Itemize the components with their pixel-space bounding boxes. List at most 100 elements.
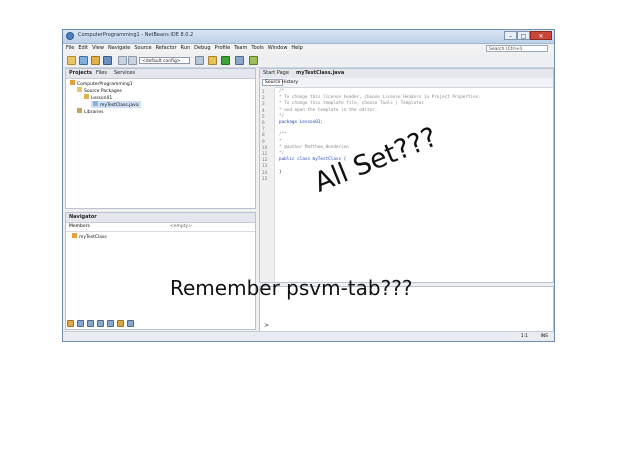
tree-package[interactable]: Lesson01 [84,94,112,101]
tool-icon-5[interactable] [107,320,114,327]
library-icon [77,108,82,113]
projects-panel: Projects Files Services ComputerProgramm… [65,68,256,209]
cursor-position: 1:1 [520,334,528,339]
line-number: 5 [262,113,265,119]
open-project-icon[interactable] [91,56,100,65]
class-icon [72,233,77,238]
code-line[interactable]: * To change this license header, choose … [279,95,481,100]
code-line[interactable]: */ [279,114,284,119]
menu-window[interactable]: Window [268,45,288,51]
run-icon[interactable] [221,56,230,65]
line-number: 6 [262,120,265,125]
menu-help[interactable]: Help [291,45,302,51]
minimize-button[interactable]: – [504,31,517,40]
line-number: 8 [262,132,265,138]
menu-edit[interactable]: Edit [78,45,88,51]
menu-navigate[interactable]: Navigate [108,45,130,51]
navigator-panel: Navigator Members <empty> myTestClass [65,212,256,330]
debug-icon[interactable] [235,56,244,65]
tab-source[interactable]: Source [262,79,284,86]
navigator-tree-item[interactable]: myTestClass [72,233,107,240]
line-number: 14 [262,169,268,175]
line-number: 10 [262,144,268,150]
line-number: 12 [262,157,268,163]
navigator-header: Members <empty> [66,223,255,232]
save-all-icon[interactable] [103,56,112,65]
menu-file[interactable]: File [66,45,74,51]
new-project-icon[interactable] [79,56,88,65]
tool-icon-1[interactable] [67,320,74,327]
tab-files[interactable]: Files [96,70,107,76]
tab-projects[interactable]: Projects [69,70,92,76]
output-prompt: > [264,322,270,329]
tool-icon-6[interactable] [117,320,124,327]
code-line[interactable]: */ [279,151,284,156]
code-line[interactable]: * @author Matthew_Henderson [279,145,349,150]
code-line[interactable]: } [279,170,282,175]
line-number: 1 [262,89,265,94]
line-number: 9 [262,138,265,144]
tool-icon-7[interactable] [127,320,134,327]
tree-libraries[interactable]: Libraries [77,108,103,115]
code-line[interactable]: /* [279,89,284,94]
tab-history[interactable]: History [282,80,298,85]
toolbar: <default config> [63,54,554,68]
redo-icon[interactable] [128,56,137,65]
build-icon[interactable] [195,56,204,65]
projects-tabs: Projects Files Services [66,69,255,79]
package-icon [84,94,89,99]
code-line[interactable]: package Lesson01; [279,120,323,125]
project-icon [70,80,75,85]
window-title: ComputerProgramming1 - NetBeans IDE 8.0.… [78,32,194,38]
search-input[interactable]: Search (Ctrl+I) [486,45,548,52]
tab-my-test-class[interactable]: myTestClass.java [296,70,344,76]
tree-java-file[interactable]: myTestClass.java [91,101,141,108]
tab-start-page[interactable]: Start Page [263,70,289,76]
menu-run[interactable]: Run [181,45,191,51]
menu-bar: File Edit View Navigate Source Refactor … [63,44,554,53]
netbeans-app-icon [66,32,74,40]
line-number: 15 [262,175,268,181]
code-line[interactable]: * To change this template file, choose T… [279,101,424,106]
close-button[interactable]: ✕ [530,31,552,40]
java-file-icon [93,101,98,106]
status-bar: 1:1 INS [63,331,554,341]
tree-java-file-label: myTestClass.java [100,103,139,108]
tree-source-packages[interactable]: Source Packages [77,87,122,94]
menu-view[interactable]: View [92,45,104,51]
line-number: 3 [262,101,265,107]
line-number: 11 [262,151,268,156]
tool-icon-3[interactable] [87,320,94,327]
tool-icon-4[interactable] [97,320,104,327]
menu-refactor[interactable]: Refactor [156,45,177,51]
editor-subtoolbar: Source History [260,78,553,88]
menu-debug[interactable]: Debug [194,45,210,51]
menu-team[interactable]: Team [234,45,247,51]
menu-profile[interactable]: Profile [215,45,231,51]
tool-icon-2[interactable] [77,320,84,327]
title-bar: ComputerProgramming1 - NetBeans IDE 8.0.… [63,30,554,44]
maximize-button[interactable]: □ [517,31,530,40]
code-line[interactable]: * [279,139,282,144]
profile-icon[interactable] [249,56,258,65]
tab-services[interactable]: Services [114,70,135,76]
tree-project[interactable]: ComputerProgramming1 [70,80,133,87]
members-filter-select[interactable]: <empty> [170,224,192,229]
line-number: 2 [262,95,265,101]
config-select[interactable]: <default config> [139,57,190,64]
new-file-icon[interactable] [67,56,76,65]
menu-source[interactable]: Source [134,45,151,51]
menu-items: File Edit View Navigate Source Refactor … [66,45,303,51]
undo-icon[interactable] [118,56,127,65]
insert-mode: INS [540,334,548,339]
code-line[interactable]: /** [279,132,287,137]
folder-icon [77,87,82,92]
navigator-class-label: myTestClass [79,235,107,240]
code-line[interactable]: * and open the template in the editor. [279,108,377,113]
menu-tools[interactable]: Tools [251,45,263,51]
line-number: 7 [262,126,265,132]
bottom-toolbar [67,320,177,328]
clean-build-icon[interactable] [208,56,217,65]
tab-navigator[interactable]: Navigator [69,214,97,220]
editor-panel: Start Page myTestClass.java Source Histo… [259,68,554,283]
